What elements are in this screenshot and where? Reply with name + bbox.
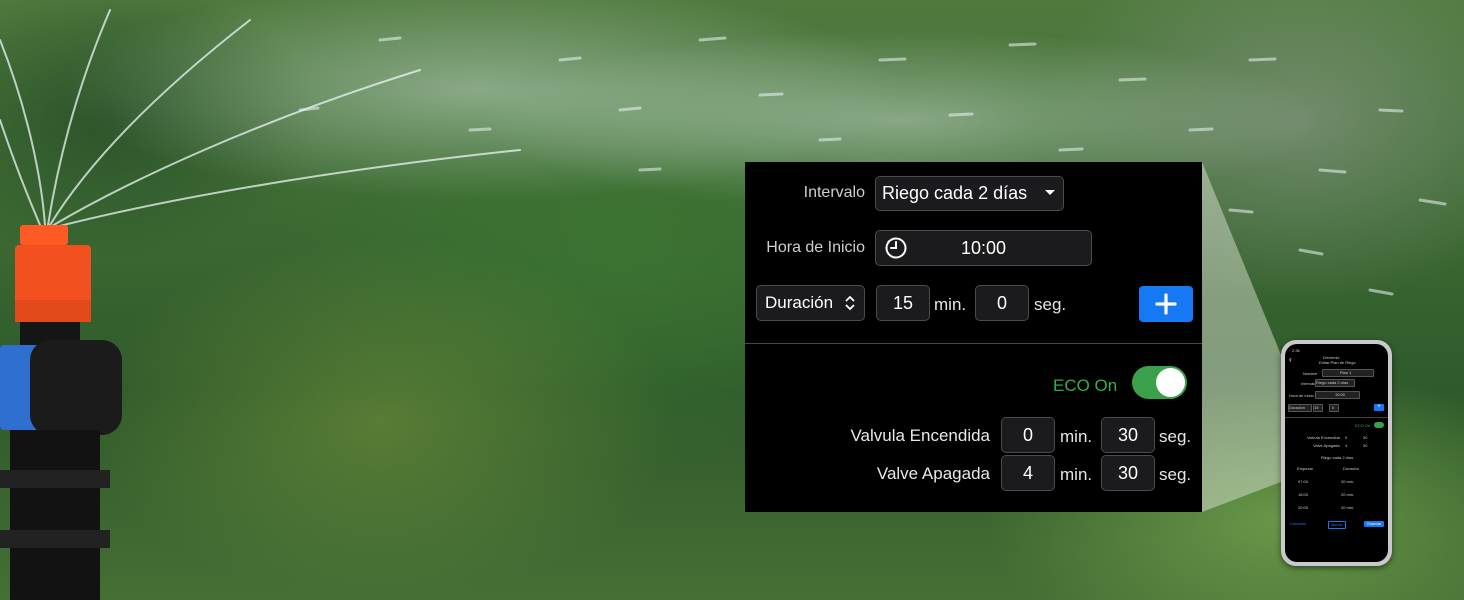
start-time-field[interactable]: 10:00: [875, 230, 1092, 266]
phone-row-duration: 20 min.: [1341, 479, 1355, 484]
valve-on-label: Valvula Encendida: [850, 426, 990, 445]
duration-mode-value: Duración: [765, 293, 834, 312]
phone-cancel-button[interactable]: Cancelar: [1288, 521, 1308, 527]
phone-start-value: 10:00: [1335, 392, 1346, 397]
interval-dropdown[interactable]: Riego cada 2 días: [875, 176, 1064, 211]
phone-name-label: Nombre: [1303, 371, 1318, 376]
valve-off-seconds-input[interactable]: 30: [1101, 455, 1155, 491]
phone-screen: 2:36 ‹ Dirvinmix Editar Plan de Riego No…: [1285, 344, 1388, 562]
toggle-knob: [1156, 368, 1185, 397]
valve-off-sec-unit: seg.: [1159, 465, 1192, 484]
eco-toggle[interactable]: [1132, 366, 1187, 399]
phone-row-duration: 20 min.: [1341, 492, 1355, 497]
valve-off-minutes-input[interactable]: 4: [1001, 455, 1055, 491]
eco-settings-panel: Intervalo Riego cada 2 días Hora de Inic…: [745, 162, 1202, 512]
phone-valve-off-sec: 30: [1363, 443, 1368, 448]
phone-valve-on-label: Valvula Encendida: [1307, 435, 1340, 440]
valve-on-minutes-input[interactable]: 0: [1001, 417, 1055, 453]
valve-off-min-unit: min.: [1060, 465, 1093, 484]
phone-status-time: 2:36: [1292, 348, 1300, 353]
phone-delete-button[interactable]: Borrar: [1328, 521, 1346, 529]
phone-row-start: 20:00: [1298, 505, 1309, 510]
phone-save-button[interactable]: Guardar: [1364, 521, 1384, 527]
phone-row-duration: 20 min.: [1341, 505, 1355, 510]
valve-on-seconds-input[interactable]: 30: [1101, 417, 1155, 453]
valve-on-sec-unit: seg.: [1159, 427, 1192, 446]
phone-row-start: 07:00: [1298, 479, 1309, 484]
caret-down-icon: [1045, 190, 1055, 195]
phone-name-value: Plan 1: [1340, 370, 1352, 375]
zoom-beam: [1202, 162, 1286, 512]
phone-schedule-title: Riego cada 2 días: [1321, 455, 1354, 460]
phone-valve-on-sec: 30: [1363, 435, 1368, 440]
phone-divider: [1285, 417, 1388, 418]
duration-seconds-input[interactable]: 0: [975, 285, 1029, 321]
phone-duration-mode: Duración: [1289, 405, 1306, 410]
duration-sec-unit: seg.: [1034, 295, 1067, 314]
duration-minutes-input[interactable]: 15: [876, 285, 930, 321]
phone-col-start: Empezar: [1297, 466, 1314, 471]
start-time-label: Hora de Inicio: [766, 239, 865, 256]
phone-eco-toggle[interactable]: [1374, 422, 1384, 428]
phone-valve-off-label: Valve Apagada: [1313, 443, 1340, 448]
phone-back-icon[interactable]: ‹: [1289, 355, 1292, 364]
phone-nav-subtitle: Editar Plan de Riego: [1319, 360, 1356, 365]
interval-value: Riego cada 2 días: [882, 183, 1028, 203]
chevron-updown-icon: [844, 294, 856, 317]
phone-eco-label: ECO On: [1355, 423, 1371, 428]
phone-valve-on-min: 0: [1345, 435, 1348, 440]
valve-on-min-unit: min.: [1060, 427, 1093, 446]
start-time-value: 10:00: [960, 237, 1007, 258]
interval-label: Intervalo: [803, 184, 865, 201]
phone-duration-sec-value: 0: [1332, 405, 1335, 410]
clock-icon: [884, 236, 908, 265]
phone-interval-value: Riego cada 2 días: [1316, 380, 1349, 385]
phone-col-duration: Duración: [1343, 466, 1360, 471]
section-divider: [745, 343, 1202, 344]
smartphone-mockup: 2:36 ‹ Dirvinmix Editar Plan de Riego No…: [1281, 340, 1392, 566]
phone-row-start: 18:00: [1298, 492, 1309, 497]
duration-mode-select[interactable]: Duración: [756, 285, 865, 321]
phone-valve-off-min: 4: [1345, 443, 1348, 448]
eco-label: ECO On: [1053, 376, 1118, 395]
phone-start-label: Hora de Inicio: [1289, 393, 1314, 398]
valve-off-label: Valve Apagada: [876, 464, 990, 483]
duration-min-unit: min.: [934, 295, 967, 314]
phone-duration-min-value: 15: [1314, 405, 1319, 410]
add-watering-button[interactable]: [1139, 286, 1193, 322]
plus-icon: [1155, 293, 1177, 315]
phone-add-button[interactable]: +: [1374, 404, 1384, 411]
